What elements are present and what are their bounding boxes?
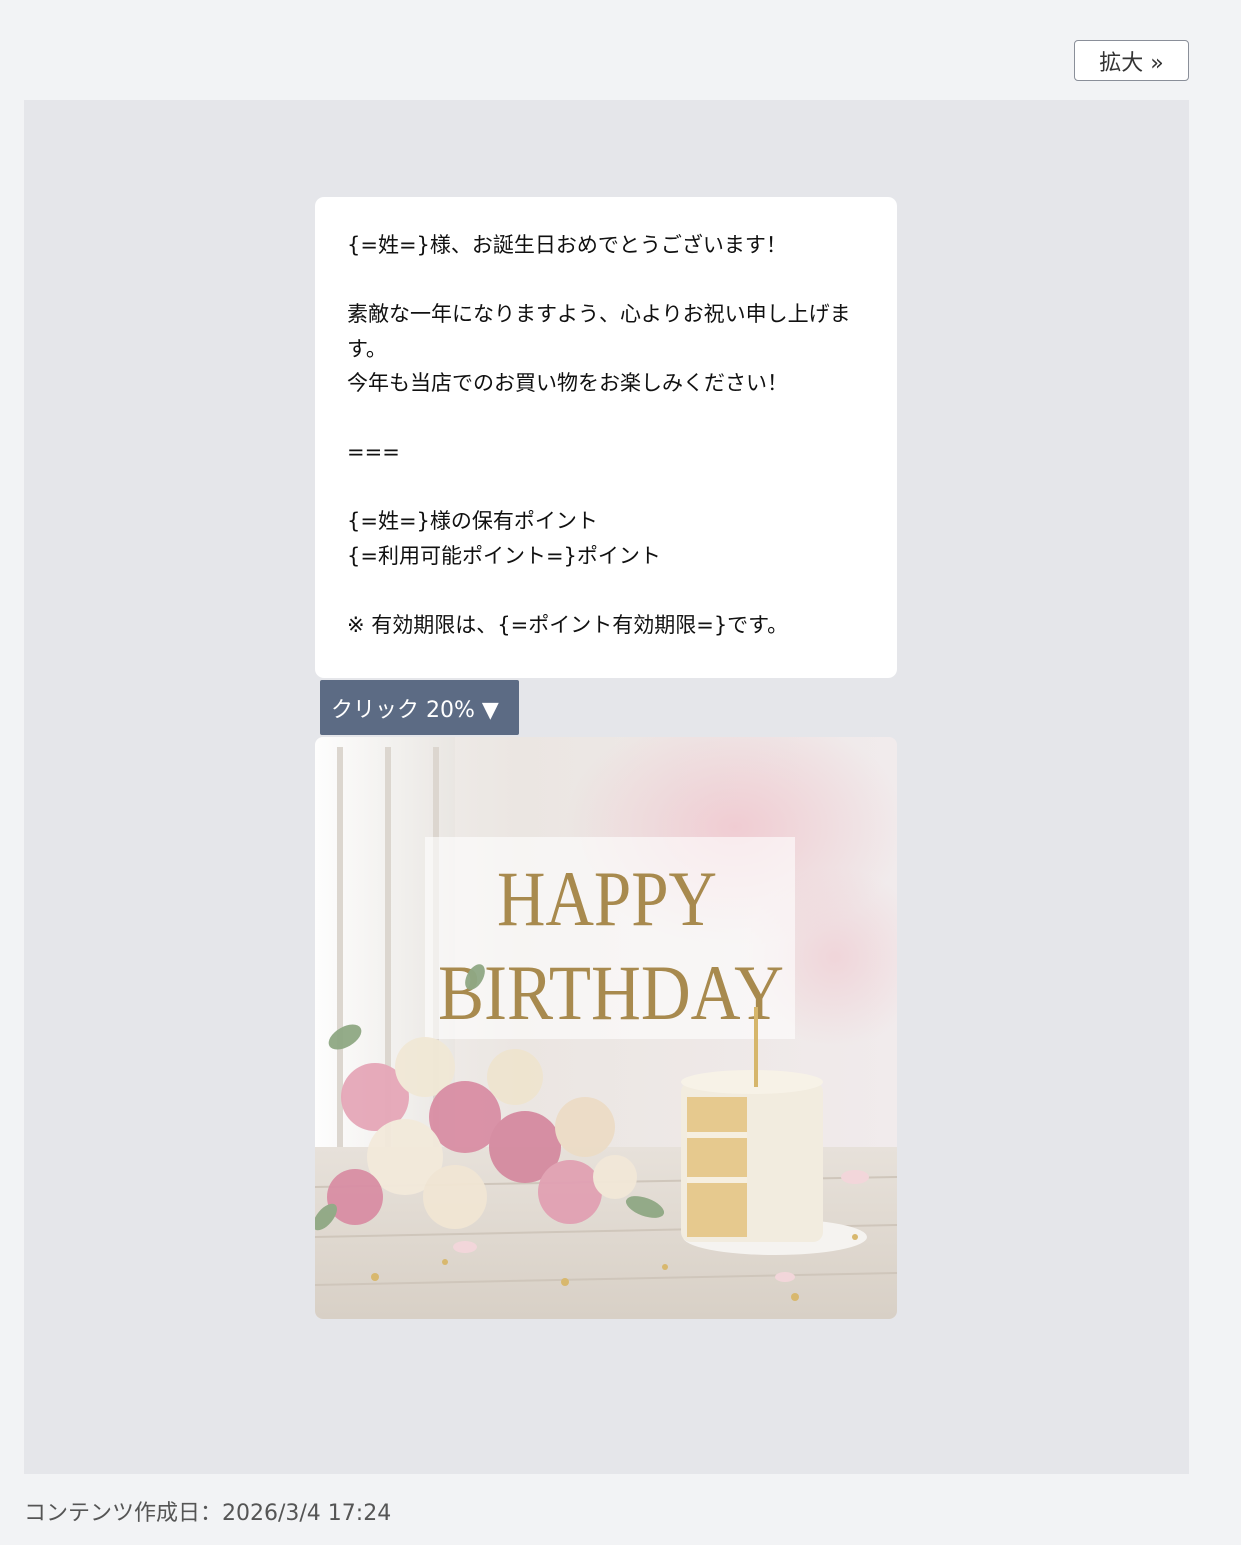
message-bubble: {=姓=}様、お誕生日おめでとうございます！ 素敵な一年になりますよう、心よりお…: [315, 197, 897, 678]
message-text: {=姓=}様、お誕生日おめでとうございます！ 素敵な一年になりますよう、心よりお…: [347, 233, 851, 637]
expand-button[interactable]: 拡大 »: [1074, 40, 1189, 81]
message-preview-area: {=姓=}様、お誕生日おめでとうございます！ 素敵な一年になりますよう、心よりお…: [24, 100, 1189, 1474]
birthday-image: HAPPY BIRTHDAY: [315, 737, 897, 1319]
image-title-line2: BIRTHDAY: [438, 949, 784, 1036]
click-rate-dropdown[interactable]: クリック 20% ▼: [320, 680, 519, 735]
image-title-line1: HAPPY: [497, 855, 717, 942]
birthday-image-graphic: HAPPY BIRTHDAY: [315, 737, 897, 1319]
content-created-date: コンテンツ作成日：2026/3/4 17:24: [24, 1501, 392, 1526]
